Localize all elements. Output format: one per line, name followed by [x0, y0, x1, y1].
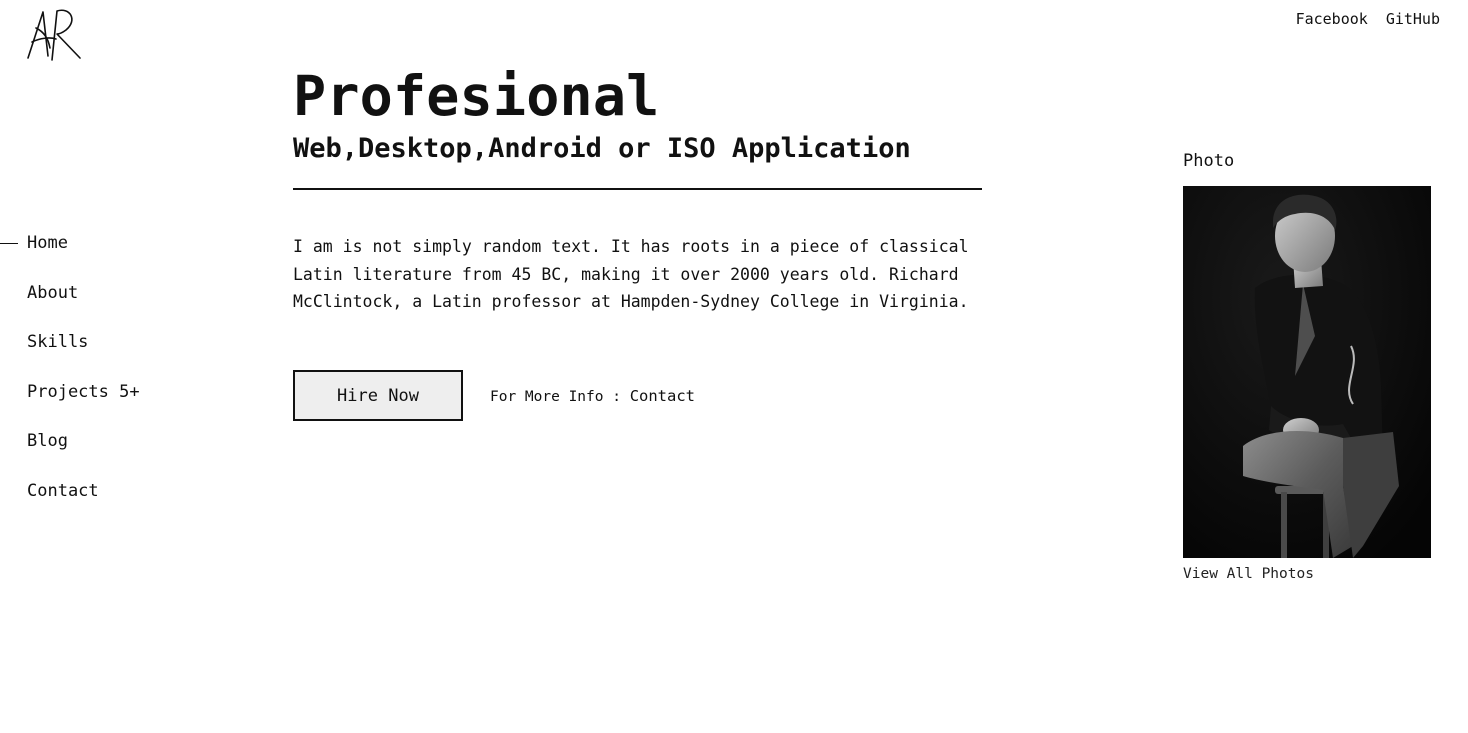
site-logo[interactable] [26, 8, 84, 62]
nav-item-label: Skills [27, 332, 89, 353]
nav-item-label: Projects 5+ [27, 381, 140, 402]
social-links: Facebook GitHub [1296, 10, 1440, 28]
github-link[interactable]: GitHub [1386, 10, 1440, 28]
page-subtitle: Web,Desktop,Android or ISO Application [293, 133, 911, 164]
nav-item-label: Blog [27, 431, 68, 452]
nav-item-home[interactable]: Home [0, 232, 140, 282]
side-navigation: Home About Skills Projects 5+ Blog Conta… [0, 232, 140, 530]
contact-link[interactable]: Contact [630, 387, 695, 405]
view-all-photos-link[interactable]: View All Photos [1183, 566, 1431, 582]
hire-now-button[interactable]: Hire Now [293, 370, 463, 421]
nav-item-label: Contact [27, 480, 99, 501]
portrait-photo-graphic [1183, 186, 1431, 558]
more-info-label: For More Info : [490, 388, 621, 405]
intro-text: I am is not simply random text. It has r… [293, 237, 969, 311]
nav-item-blog[interactable]: Blog [0, 430, 140, 480]
title-divider [293, 188, 982, 190]
nav-item-skills[interactable]: Skills [0, 331, 140, 381]
nav-item-contact[interactable]: Contact [0, 480, 140, 530]
nav-item-label: Home [27, 233, 68, 253]
facebook-link[interactable]: Facebook [1296, 10, 1368, 28]
nav-item-projects[interactable]: Projects 5+ [0, 381, 140, 431]
portrait-photo[interactable] [1183, 186, 1431, 558]
hero-actions: Hire Now For More Info : Contact [293, 370, 695, 421]
photo-panel: Photo View All Photos [1183, 150, 1431, 582]
hero-section: Profesional Web,Desktop,Android or ISO A… [293, 63, 983, 316]
signature-logo-icon [27, 9, 81, 61]
more-info: For More Info : Contact [490, 387, 695, 405]
nav-item-label: About [27, 282, 79, 303]
photo-heading: Photo [1183, 151, 1235, 171]
page-title: Profesional [293, 64, 660, 128]
nav-item-about[interactable]: About [0, 282, 140, 332]
